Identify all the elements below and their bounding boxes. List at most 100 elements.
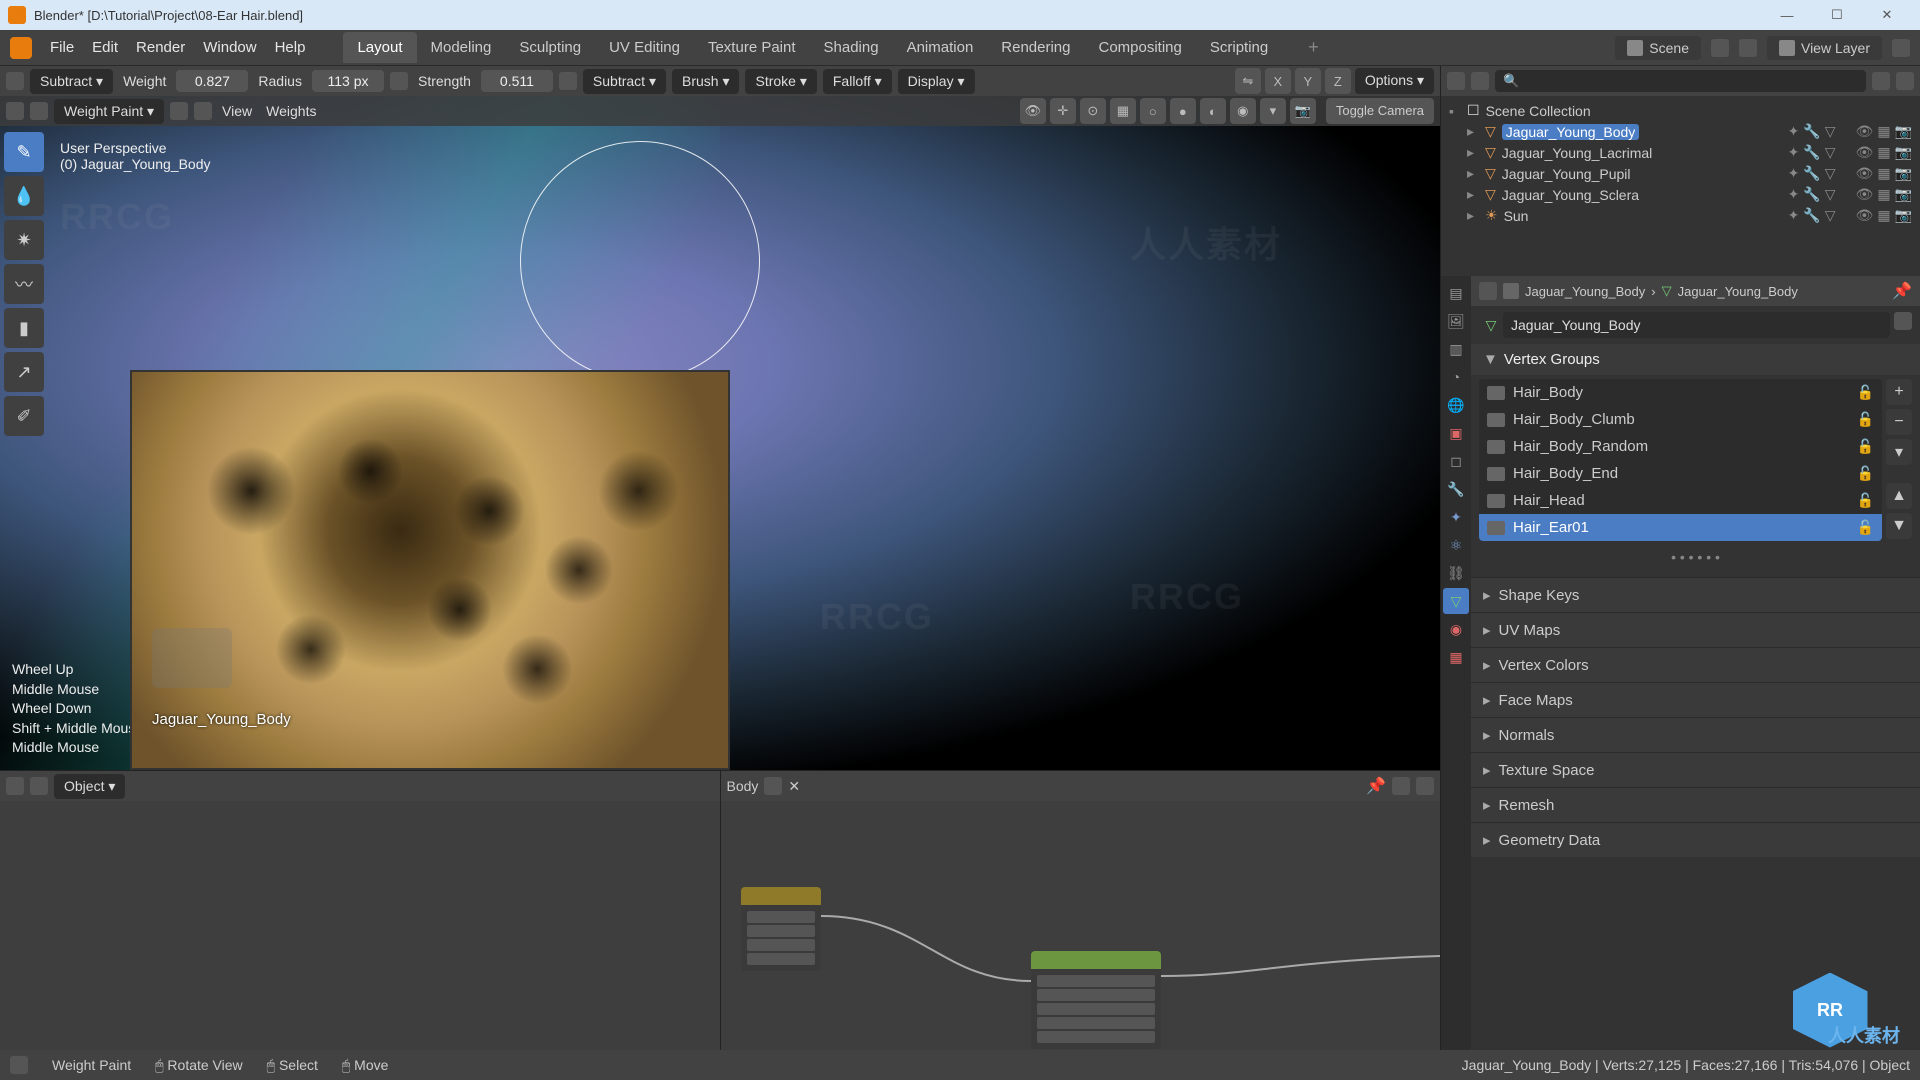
strength-pressure-toggle[interactable]	[559, 72, 577, 90]
tool-annotate[interactable]: ✐	[4, 396, 44, 436]
strength-value[interactable]: 0.511	[481, 70, 553, 92]
panel-vertex-colors[interactable]: ▸Vertex Colors	[1471, 647, 1920, 682]
lock-icon[interactable]: 🔓	[1857, 411, 1874, 428]
selectable-toggle[interactable]: ▦	[1877, 207, 1890, 224]
fake-user-toggle[interactable]	[1894, 312, 1912, 330]
pin-icon[interactable]: 📌	[1366, 776, 1386, 796]
mesh-name-field[interactable]	[1503, 312, 1890, 338]
editor-type-icon[interactable]	[6, 102, 24, 120]
tab-rendering[interactable]: Rendering	[987, 32, 1084, 63]
tool-smear[interactable]: 〰	[4, 264, 44, 304]
modifier-icon[interactable]: 🔧	[1803, 144, 1820, 161]
brush-blend-mode[interactable]: Subtract ▾	[30, 69, 113, 94]
particle-icon[interactable]: ✦	[1788, 186, 1800, 203]
window-close-button[interactable]: ✕	[1862, 0, 1912, 30]
selectable-toggle[interactable]: ▦	[1877, 165, 1890, 182]
hide-render-toggle[interactable]: 📷	[1895, 123, 1912, 140]
delete-scene-button[interactable]	[1739, 39, 1757, 57]
viewlayer-selector[interactable]: View Layer	[1767, 36, 1882, 60]
particle-icon[interactable]: ✦	[1788, 123, 1800, 140]
tool-sample[interactable]: ↗	[4, 352, 44, 392]
vg-move-down[interactable]: ▼	[1886, 513, 1912, 539]
overlays-toggle[interactable]: ⊙	[1080, 98, 1106, 124]
weights-menu[interactable]: Weights	[262, 103, 320, 119]
tab-modeling[interactable]: Modeling	[417, 32, 506, 63]
tab-shading[interactable]: Shading	[810, 32, 893, 63]
particle-icon[interactable]: ✦	[1788, 165, 1800, 182]
shading-material[interactable]: ◐	[1200, 98, 1226, 124]
vertex-group-item[interactable]: Hair_Ear01🔓	[1479, 514, 1882, 541]
properties-pin-icon[interactable]: 📌	[1892, 281, 1912, 301]
panel-texture-space[interactable]: ▸Texture Space	[1471, 752, 1920, 787]
use-nodes-toggle[interactable]	[1392, 777, 1410, 795]
list-grip[interactable]: • • • • • •	[1479, 541, 1912, 573]
face-select-toggle[interactable]	[194, 102, 212, 120]
menu-window[interactable]: Window	[203, 39, 256, 56]
ptab-particles[interactable]: ✦	[1443, 504, 1469, 530]
unlink-button[interactable]: ✕	[788, 778, 800, 795]
menu-file[interactable]: File	[50, 39, 74, 56]
modifier-icon[interactable]: 🔧	[1803, 165, 1820, 182]
selectable-toggle[interactable]: ▦	[1877, 144, 1890, 161]
lock-icon[interactable]: 🔓	[1857, 465, 1874, 482]
panel-normals[interactable]: ▸Normals	[1471, 717, 1920, 752]
ptab-mesh-data[interactable]: ▽	[1443, 588, 1469, 614]
outliner-item[interactable]: ▸▽Jaguar_Young_Pupil✦ 🔧 ▽👁 ▦ 📷	[1449, 163, 1912, 184]
stroke-dropdown[interactable]: Stroke ▾	[745, 69, 816, 94]
lock-icon[interactable]: 🔓	[1857, 384, 1874, 401]
ptab-scene[interactable]: ◔	[1443, 364, 1469, 390]
mode-selector[interactable]: Weight Paint ▾	[54, 99, 164, 124]
vertex-groups-header[interactable]: ▼Vertex Groups	[1471, 344, 1920, 375]
tab-scripting[interactable]: Scripting	[1196, 32, 1282, 63]
hide-viewport-toggle[interactable]: 👁	[1856, 207, 1874, 224]
display-dropdown[interactable]: Display ▾	[898, 69, 975, 94]
tool-gradient[interactable]: ▮	[4, 308, 44, 348]
new-viewlayer-button[interactable]	[1892, 39, 1910, 57]
outliner-item[interactable]: ▸☀Sun✦ 🔧 ▽👁 ▦ 📷	[1449, 205, 1912, 226]
outliner-search[interactable]: 🔍	[1495, 70, 1866, 92]
new-node-button[interactable]	[764, 777, 782, 795]
hide-viewport-toggle[interactable]: 👁	[1856, 165, 1874, 182]
tool-blur[interactable]: 💧	[4, 176, 44, 216]
modifier-icon[interactable]: 🔧	[1803, 186, 1820, 203]
tab-compositing[interactable]: Compositing	[1085, 32, 1196, 63]
3d-viewport[interactable]: Weight Paint ▾ View Weights 👁 ✛ ⊙ ▦ ○ ● …	[0, 96, 1440, 770]
mirror-toggle[interactable]: ⇋	[1235, 68, 1261, 94]
lock-icon[interactable]: 🔓	[1857, 438, 1874, 455]
outliner-item[interactable]: ▸▽Jaguar_Young_Body✦ 🔧 ▽👁 ▦ 📷	[1449, 121, 1912, 142]
menu-help[interactable]: Help	[275, 39, 306, 56]
panel-face-maps[interactable]: ▸Face Maps	[1471, 682, 1920, 717]
tab-uv-editing[interactable]: UV Editing	[595, 32, 694, 63]
outliner-item[interactable]: ▸▽Jaguar_Young_Sclera✦ 🔧 ▽👁 ▦ 📷	[1449, 184, 1912, 205]
ptab-world[interactable]: 🌐	[1443, 392, 1469, 418]
outliner-editor-icon[interactable]	[1447, 72, 1465, 90]
mirror-z[interactable]: Z	[1325, 68, 1351, 94]
vertex-group-item[interactable]: Hair_Body_Clumb🔓	[1479, 406, 1882, 433]
material-icon[interactable]: ▽	[1825, 165, 1836, 182]
view-menu[interactable]: View	[218, 103, 256, 119]
modifier-icon[interactable]: 🔧	[1803, 123, 1820, 140]
selectable-toggle[interactable]: ▦	[1877, 186, 1890, 203]
panel-uv-maps[interactable]: ▸UV Maps	[1471, 612, 1920, 647]
props-editor-icon[interactable]	[1479, 282, 1497, 300]
mirror-y[interactable]: Y	[1295, 68, 1321, 94]
vg-add-button[interactable]: +	[1886, 379, 1912, 405]
falloff-dropdown[interactable]: Falloff ▾	[823, 69, 892, 94]
shading-dropdown[interactable]: ▾	[1260, 98, 1286, 124]
material-icon[interactable]: ▽	[1825, 207, 1836, 224]
tool-draw[interactable]: ✎	[4, 132, 44, 172]
object-menu[interactable]: Object ▾	[54, 774, 125, 799]
vertex-group-item[interactable]: Hair_Body_Random🔓	[1479, 433, 1882, 460]
add-workspace-button[interactable]: +	[1300, 37, 1327, 58]
xray-toggle[interactable]: ▦	[1110, 98, 1136, 124]
ptab-viewlayer[interactable]: ▥	[1443, 336, 1469, 362]
ptab-collection[interactable]: ▣	[1443, 420, 1469, 446]
options-dropdown[interactable]: Options ▾	[1355, 68, 1434, 94]
new-scene-button[interactable]	[1711, 39, 1729, 57]
node-editor-area[interactable]	[721, 801, 1441, 1050]
hide-render-toggle[interactable]: 📷	[1895, 165, 1912, 182]
modifier-icon[interactable]: 🔧	[1803, 207, 1820, 224]
material-icon[interactable]: ▽	[1825, 123, 1836, 140]
material-icon[interactable]: ▽	[1825, 186, 1836, 203]
mode-icon[interactable]	[30, 102, 48, 120]
